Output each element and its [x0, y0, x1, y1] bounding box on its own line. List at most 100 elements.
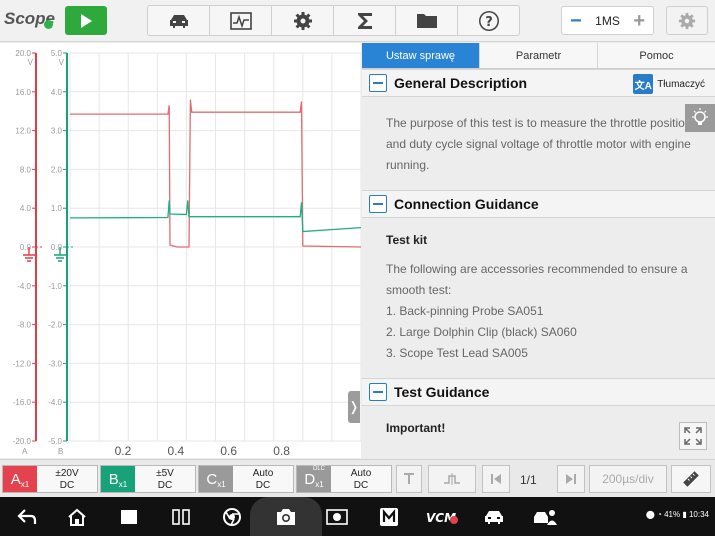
x-tick-label: 0.8: [273, 444, 290, 458]
trigger-edge-button[interactable]: [428, 465, 476, 493]
tab-case[interactable]: Ustaw sprawę: [362, 43, 480, 68]
y-tick-label: -2.0: [48, 321, 62, 330]
pulse-icon: [444, 473, 460, 485]
section-header-general[interactable]: General Description 文A Tłumaczyć: [362, 69, 715, 97]
svg-text:?: ?: [485, 15, 493, 30]
vcmi-button[interactable]: VCM: [426, 506, 458, 528]
section-body: Test kit The following are accessories r…: [362, 218, 715, 372]
screen-record-button[interactable]: [326, 506, 348, 528]
channel-c-label: Cx1: [199, 466, 233, 492]
home-button[interactable]: [66, 506, 88, 528]
channel-b-label: Bx1: [101, 466, 135, 492]
collapse-panel-handle[interactable]: ❭: [348, 391, 360, 423]
channel-b-settings: ±5V DC: [156, 468, 174, 491]
tip-button[interactable]: [685, 104, 715, 132]
help-panel: Ustaw sprawę Parametr Pomoc General Desc…: [362, 43, 715, 458]
y-tick-label: 8.0: [20, 165, 32, 174]
y-tick-label: 4.0: [51, 88, 63, 97]
channel-d-settings: Auto DC: [350, 468, 372, 491]
paragraph: The purpose of this test is to measure t…: [386, 116, 692, 172]
channel-a-button[interactable]: Ax1 ±20V DC: [2, 465, 98, 493]
prev-page-button[interactable]: [482, 465, 510, 493]
gear-icon: [293, 11, 312, 30]
collapse-icon[interactable]: [369, 383, 387, 401]
battery-icon: ▮: [682, 510, 687, 519]
tool-group: ?: [147, 5, 520, 36]
home-icon: [68, 508, 86, 526]
split-screen-button[interactable]: [170, 506, 192, 528]
top-toolbar: Scope ? − 1MS +: [0, 0, 715, 42]
zoom-out-button[interactable]: −: [570, 11, 582, 31]
zoom-in-button[interactable]: +: [633, 11, 645, 31]
section-title: Test Guidance: [394, 384, 490, 400]
play-button[interactable]: [65, 6, 107, 35]
x-tick-label: 0.2: [115, 444, 132, 458]
y-tick-label: -4.0: [17, 282, 31, 291]
y-tick-label: 0.0: [51, 243, 63, 252]
tab-parameter[interactable]: Parametr: [480, 43, 598, 68]
section-body: The purpose of this test is to measure t…: [362, 97, 715, 190]
maxifix-button[interactable]: [378, 506, 400, 528]
help-icon: ?: [478, 10, 499, 31]
collapse-icon[interactable]: [369, 195, 387, 213]
location-icon: ⬤: [645, 510, 655, 519]
files-button[interactable]: [396, 6, 458, 35]
y-tick-label: 16.0: [15, 88, 31, 97]
channel-d-label: DLC Dx1: [297, 466, 331, 492]
back-arrow-icon: [17, 509, 37, 524]
section-header-test[interactable]: Test Guidance: [362, 378, 715, 406]
vehicle-button[interactable]: [148, 6, 210, 35]
waveform-chart[interactable]: 20.0 16.0 12.0 8.0 4.0 0.0 -4.0 -8.0 -12.0 -16.0 -…: [0, 43, 361, 458]
section-subtitle: Important!: [386, 421, 446, 435]
axis-unit: V: [28, 58, 34, 67]
help-button[interactable]: ?: [458, 6, 519, 35]
recents-button[interactable]: [118, 506, 140, 528]
browser-button[interactable]: [221, 506, 243, 528]
page-indicator: 1/1: [520, 473, 537, 487]
translate-button[interactable]: 文A Tłumaczyć: [633, 74, 705, 94]
trigger-text-button[interactable]: [396, 465, 422, 493]
split-screen-icon: [172, 509, 190, 525]
channel-c-button[interactable]: Cx1 Auto DC: [198, 465, 294, 493]
gear-icon: [678, 12, 696, 29]
collapse-icon[interactable]: [369, 74, 387, 92]
channel-bar: Ax1 ±20V DC Bx1 ±5V DC Cx1 Auto DC DLC Dx1 A…: [0, 459, 715, 497]
section-header-connection[interactable]: Connection Guidance: [362, 190, 715, 218]
system-nav-bar: VCM ⬤ ◔ 41% ▮ 10:34: [0, 497, 715, 536]
y-tick-label: -4.0: [48, 398, 62, 407]
screenshot-button[interactable]: [250, 497, 322, 536]
y-tick-label: 20.0: [15, 49, 31, 58]
folder-icon: [416, 13, 437, 28]
translate-icon: 文A: [633, 74, 654, 94]
oscilloscope-plot[interactable]: 20.0 16.0 12.0 8.0 4.0 0.0 -4.0 -8.0 -12.0 -16.0 -…: [0, 43, 361, 458]
y-tick-label: -8.0: [17, 321, 31, 330]
back-button[interactable]: [16, 506, 38, 528]
remote-expert-button[interactable]: [532, 506, 558, 528]
y-tick-label: 12.0: [15, 127, 31, 136]
settings-button[interactable]: [272, 6, 334, 35]
zoom-value: 1MS: [595, 13, 620, 28]
car-icon: [169, 14, 188, 28]
scope-settings-button[interactable]: [666, 6, 708, 35]
section-title: General Description: [394, 75, 528, 91]
lightbulb-icon: [692, 108, 708, 125]
timebase-button[interactable]: 200µs/div: [589, 465, 667, 493]
axis-channel-label: A: [22, 447, 28, 456]
vehicle-shortcut-button[interactable]: [483, 506, 505, 528]
vci-icon: VCM: [426, 511, 458, 525]
fullscreen-button[interactable]: [679, 422, 707, 450]
y-tick-label: -12.0: [13, 359, 32, 368]
y-tick-label: -16.0: [13, 398, 32, 407]
text-t-icon: [404, 473, 414, 484]
channel-b-button[interactable]: Bx1 ±5V DC: [100, 465, 196, 493]
next-page-button[interactable]: [557, 465, 585, 493]
math-button[interactable]: [334, 6, 396, 35]
ruler-icon: [683, 471, 699, 487]
tab-help[interactable]: Pomoc: [598, 43, 715, 68]
waveform-icon: [229, 11, 252, 30]
y-tick-label: -1.0: [48, 282, 62, 291]
measure-button[interactable]: [671, 465, 711, 493]
channel-a-label: Ax1: [3, 466, 37, 492]
channel-d-button[interactable]: DLC Dx1 Auto DC: [296, 465, 392, 493]
waveform-button[interactable]: [210, 6, 272, 35]
